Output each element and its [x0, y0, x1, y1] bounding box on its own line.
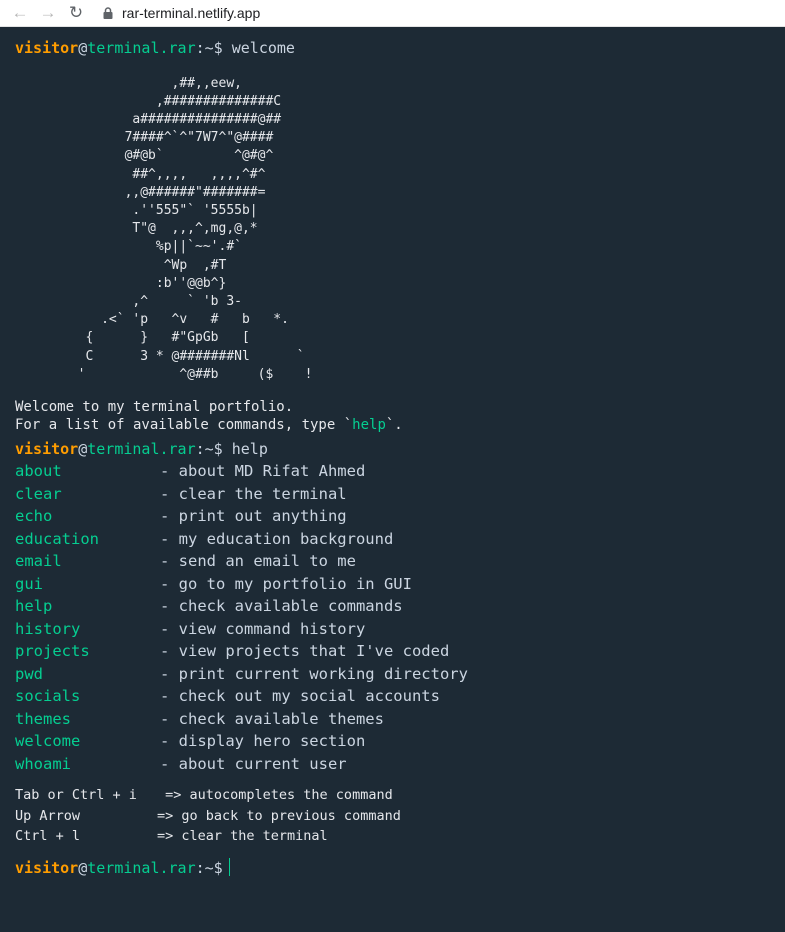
prompt-user: visitor	[15, 858, 79, 877]
terminal[interactable]: visitor@terminal.rar:~$ welcome ,##,,eew…	[0, 27, 785, 879]
help-command: socials	[15, 687, 81, 706]
help-row: help - check available commands	[15, 595, 770, 618]
help-command: echo	[15, 507, 53, 526]
welcome-hint-command: help	[352, 416, 386, 433]
help-command: pwd	[15, 664, 43, 683]
help-row: about - about MD Rifat Ahmed	[15, 460, 770, 483]
help-description: - view command history	[160, 619, 366, 638]
help-command: about	[15, 462, 62, 481]
help-row: echo - print out anything	[15, 505, 770, 528]
terminal-cursor[interactable]	[228, 857, 230, 876]
help-description: - about MD Rifat Ahmed	[160, 462, 366, 481]
help-row: projects - view projects that I've coded	[15, 640, 770, 663]
help-description: - print current working directory	[160, 664, 468, 683]
prompt-at: @	[78, 39, 88, 57]
shortcut-description: => clear the terminal	[157, 828, 328, 845]
help-row: pwd - print current working directory	[15, 663, 770, 686]
welcome-hint-pre: For a list of available commands, type `	[15, 416, 353, 433]
keyboard-shortcuts: Tab or Ctrl + i => autocompletes the com…	[15, 785, 770, 847]
help-description: - clear the terminal	[160, 484, 347, 503]
help-description: - check out my social accounts	[160, 687, 440, 706]
shortcut-key: Ctrl + l	[15, 828, 81, 845]
prompt-path: :~$	[195, 39, 223, 57]
prompt-host: terminal.rar	[87, 858, 196, 877]
help-command: gui	[15, 574, 43, 593]
prompt-at: @	[78, 439, 88, 458]
history-command: welcome	[231, 39, 295, 57]
prompt-line: visitor@terminal.rar:~$ help	[15, 438, 770, 461]
help-command: welcome	[15, 732, 81, 751]
help-row: education - my education background	[15, 528, 770, 551]
help-row: welcome - display hero section	[15, 730, 770, 753]
help-row: themes - check available themes	[15, 708, 770, 731]
history-command: help	[231, 439, 268, 458]
help-command: help	[15, 597, 53, 616]
help-row: gui - go to my portfolio in GUI	[15, 573, 770, 596]
prompt-host: terminal.rar	[87, 39, 196, 57]
browser-toolbar: ← → ↻ rar-terminal.netlify.app	[0, 0, 785, 27]
help-command: clear	[15, 484, 62, 503]
help-description: - view projects that I've coded	[160, 642, 450, 661]
help-row: history - view command history	[15, 618, 770, 641]
help-row: whoami - about current user	[15, 753, 770, 776]
help-description: - check available commands	[160, 597, 403, 616]
prompt-path: :~$	[195, 439, 223, 458]
help-command-list: about - about MD Rifat Ahmed clear - clear…	[15, 460, 770, 775]
shortcut-row: Tab or Ctrl + i => autocompletes the com…	[15, 785, 770, 806]
back-icon[interactable]: ←	[6, 3, 34, 23]
prompt-path: :~$	[195, 858, 223, 877]
welcome-line: Welcome to my terminal portfolio.	[15, 398, 294, 415]
reload-icon[interactable]: ↻	[62, 3, 90, 23]
help-command: projects	[15, 642, 90, 661]
shortcut-description: => go back to previous command	[157, 807, 401, 824]
help-description: - about current user	[160, 754, 347, 773]
help-command: themes	[15, 709, 71, 728]
help-command: education	[15, 529, 99, 548]
shortcut-row: Up Arrow => go back to previous command	[15, 806, 770, 827]
address-bar[interactable]: rar-terminal.netlify.app	[122, 5, 260, 21]
prompt-at: @	[78, 858, 88, 877]
help-command: history	[15, 619, 81, 638]
welcome-message: Welcome to my terminal portfolio. For a l…	[15, 398, 770, 434]
help-description: - my education background	[160, 529, 394, 548]
welcome-hint-post: `.	[385, 416, 403, 433]
help-description: - print out anything	[160, 507, 347, 526]
prompt-user: visitor	[15, 439, 79, 458]
help-command: whoami	[15, 754, 71, 773]
lock-icon[interactable]	[100, 7, 116, 19]
ascii-art: ,##,,eew, ,##############C a############…	[77, 75, 313, 382]
active-prompt-line[interactable]: visitor@terminal.rar:~$	[15, 857, 770, 880]
shortcut-description: => autocompletes the command	[157, 787, 393, 804]
welcome-hint: For a list of available commands, type `…	[15, 416, 770, 434]
forward-icon[interactable]: →	[34, 3, 62, 23]
shortcut-key: Up Arrow	[15, 807, 81, 824]
help-command: email	[15, 552, 62, 571]
prompt-line: visitor@terminal.rar:~$ welcome	[15, 37, 770, 60]
help-description: - display hero section	[160, 732, 366, 751]
prompt-host: terminal.rar	[87, 439, 196, 458]
shortcut-key: Tab or Ctrl + i	[15, 787, 137, 804]
help-description: - send an email to me	[160, 552, 356, 571]
help-description: - go to my portfolio in GUI	[160, 574, 412, 593]
prompt-user: visitor	[15, 39, 79, 57]
help-row: socials - check out my social accounts	[15, 685, 770, 708]
help-row: clear - clear the terminal	[15, 483, 770, 506]
help-row: email - send an email to me	[15, 550, 770, 573]
shortcut-row: Ctrl + l => clear the terminal	[15, 826, 770, 847]
help-description: - check available themes	[160, 709, 384, 728]
